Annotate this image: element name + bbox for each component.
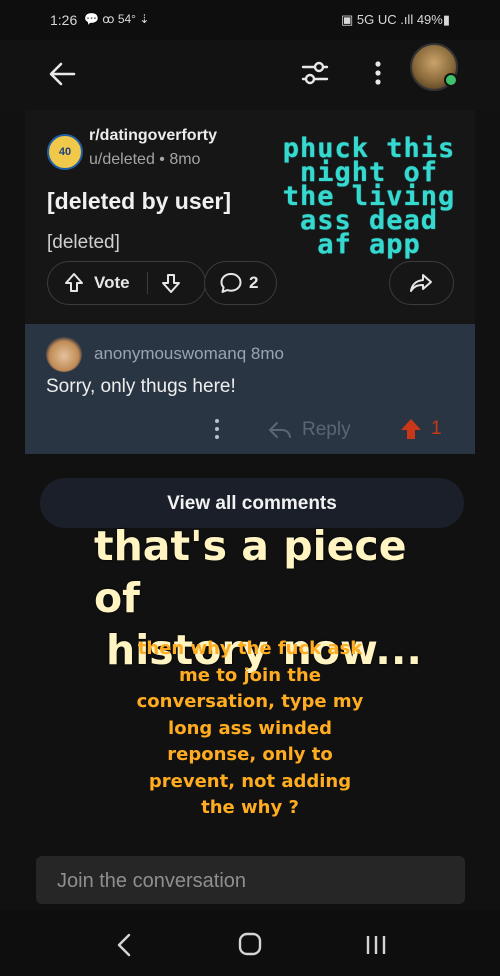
online-status-dot [444,73,458,87]
app-bar [0,40,500,110]
join-conversation-input[interactable]: Join the conversation [36,856,465,904]
comment-item: anonymouswomanq 8mo Sorry, only thugs he… [25,324,475,454]
comment-age: 8mo [250,344,284,363]
comment-username-line: anonymouswomanq 8mo [94,344,284,364]
status-bar: 1:26 💬 ꝏ 54° ⇣ ▣ 5G UC .ıll 49%▮ [0,0,500,40]
sliders-icon[interactable] [298,56,332,90]
nav-home-icon[interactable] [236,930,264,958]
overlay-caption-line1: that's a piece of [94,522,407,622]
overlay-caption-teal: phuck this night of the living ass dead … [282,133,456,260]
status-notification-icons: 💬 ꝏ 54° ⇣ [84,12,150,26]
system-nav-bar [0,910,500,976]
comment-upvote-icon[interactable] [398,417,424,441]
share-icon [409,272,433,299]
reply-button[interactable]: Reply [268,417,368,443]
comment-bubble-icon [219,272,243,299]
subreddit-icon[interactable]: 40 [47,134,83,170]
reply-arrow-icon [268,420,292,446]
share-button[interactable] [389,261,454,305]
comment-text: Sorry, only thugs here! [46,376,236,397]
comment-score: 1 [431,418,442,439]
status-signal-battery: ▣ 5G UC .ıll 49%▮ [340,12,450,27]
view-all-label: View all comments [167,493,337,514]
comment-count: 2 [249,273,259,292]
back-arrow-icon[interactable] [44,56,80,92]
reply-label: Reply [302,419,351,440]
kebab-menu-icon[interactable] [366,56,390,90]
status-time: 1:26 [50,12,78,28]
downvote-arrow-icon[interactable] [159,271,183,300]
nav-recents-icon[interactable] [362,932,390,958]
nav-back-icon[interactable] [112,932,138,958]
comments-button[interactable]: 2 [204,261,277,305]
overlay-caption-orange: then why the fuck ask me to join the con… [136,638,364,818]
vote-divider [147,272,148,294]
post-title: [deleted by user] [47,188,232,214]
post-author-meta: u/deleted • 8mo [89,151,201,168]
post-body: [deleted] [47,232,120,253]
subreddit-name[interactable]: r/datingoverforty [89,127,217,145]
commenter-avatar[interactable] [46,336,82,372]
vote-label: Vote [94,273,130,292]
vote-control: Vote [47,261,206,305]
join-conversation-placeholder: Join the conversation [57,870,247,892]
comment-username[interactable]: anonymouswomanq [94,344,246,363]
comment-more-icon[interactable] [211,418,223,440]
upvote-arrow-icon[interactable] [62,271,86,300]
